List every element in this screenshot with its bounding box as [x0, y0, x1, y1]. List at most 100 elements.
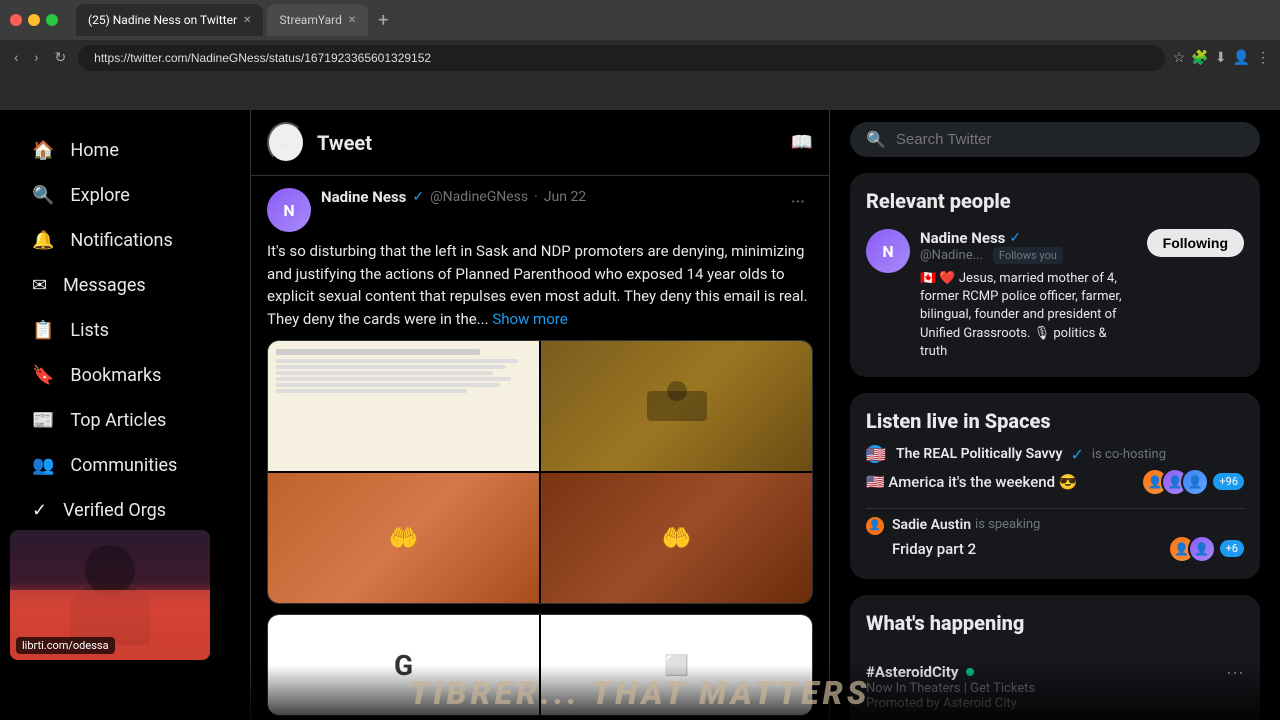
- space2-avatars: 👤 👤 +6: [1168, 535, 1244, 563]
- sidebar-item-explore[interactable]: 🔍 Explore: [16, 175, 234, 216]
- avatar: N: [267, 188, 311, 232]
- space1-verified-icon: ✓: [1071, 445, 1084, 464]
- menu-icon[interactable]: ⋮: [1256, 50, 1270, 66]
- author-name: Nadine Ness: [321, 188, 406, 206]
- bookmark-icon[interactable]: 📖: [791, 132, 813, 153]
- tweet-image-1: [268, 341, 539, 471]
- tab-twitter-close[interactable]: ✕: [243, 15, 251, 26]
- browser-chrome: (25) Nadine Ness on Twitter ✕ StreamYard…: [0, 0, 1280, 110]
- forward-button[interactable]: ›: [30, 46, 42, 70]
- author-handle: @NadineGNess: [430, 189, 528, 205]
- extensions-icon[interactable]: 🧩: [1191, 50, 1208, 66]
- bookmark-star-icon[interactable]: ☆: [1173, 50, 1186, 66]
- follows-you-badge: Follows you: [993, 247, 1063, 264]
- tab-twitter[interactable]: (25) Nadine Ness on Twitter ✕: [76, 4, 263, 36]
- home-icon: 🏠: [32, 140, 54, 161]
- space-item-2: 👤 Sadie Austin is speaking Friday part 2…: [866, 508, 1244, 563]
- sidebar-item-notifications[interactable]: 🔔 Notifications: [16, 220, 234, 261]
- back-button[interactable]: ‹: [10, 46, 22, 70]
- tab-streamyard[interactable]: StreamYard ✕: [267, 4, 368, 36]
- left-sidebar: 🏠 Home 🔍 Explore 🔔 Notifications ✉ Messa…: [0, 110, 250, 720]
- sidebar-home-label: Home: [70, 140, 118, 161]
- close-window-button[interactable]: [10, 14, 22, 26]
- browser-title-bar: (25) Nadine Ness on Twitter ✕ StreamYard…: [0, 0, 1280, 40]
- sidebar-bookmarks-label: Bookmarks: [70, 365, 161, 386]
- page-title: Tweet: [317, 131, 779, 155]
- space2-content-row: Friday part 2 👤 👤 +6: [892, 535, 1244, 563]
- sidebar-item-bookmarks[interactable]: 🔖 Bookmarks: [16, 355, 234, 396]
- video-channel-label: librti.com/odessa: [16, 637, 115, 654]
- tweet-date: ·: [534, 189, 538, 205]
- sidebar-item-lists[interactable]: 📋 Lists: [16, 310, 234, 351]
- minimize-window-button[interactable]: [28, 14, 40, 26]
- maximize-window-button[interactable]: [46, 14, 58, 26]
- space1-avatar-3: 👤: [1181, 468, 1209, 496]
- space2-host-avatar: 👤: [866, 517, 884, 535]
- messages-icon: ✉: [32, 275, 47, 296]
- space1-host-row: 🇺🇸 The REAL Politically Savvy ✓ is co-ho…: [866, 445, 1244, 464]
- tweet-author-info: Nadine Ness ✓ @NadineGNess · Jun 22: [321, 188, 773, 206]
- show-more-link[interactable]: Show more: [492, 310, 567, 328]
- space2-title: Friday part 2: [892, 540, 1168, 558]
- search-input[interactable]: [896, 131, 1244, 148]
- notifications-icon: 🔔: [32, 230, 54, 251]
- sidebar-item-verified-orgs[interactable]: ✓ Verified Orgs: [16, 490, 234, 531]
- sidebar-item-top-articles[interactable]: 📰 Top Articles: [16, 400, 234, 441]
- space1-content-row: 🇺🇸 America it's the weekend 😎 👤 👤 👤 +96: [866, 468, 1244, 496]
- whats-happening-title: What's happening: [866, 611, 1024, 635]
- bookmarks-icon: 🔖: [32, 365, 54, 386]
- author-name-row: Nadine Ness ✓ @NadineGNess · Jun 22: [321, 188, 773, 206]
- person-bio: 🇨🇦 ❤️ Jesus, married mother of 4, former…: [920, 270, 1137, 361]
- tab-twitter-label: (25) Nadine Ness on Twitter: [88, 13, 237, 27]
- following-button[interactable]: Following: [1147, 229, 1244, 257]
- new-tab-button[interactable]: +: [372, 10, 394, 31]
- person-avatar: N: [866, 229, 910, 273]
- person-verified-icon: ✓: [1009, 230, 1021, 246]
- sidebar-verified-orgs-label: Verified Orgs: [63, 500, 166, 521]
- space2-count: +6: [1220, 540, 1244, 557]
- tab-streamyard-close[interactable]: ✕: [348, 15, 356, 26]
- verified-icon: ✓: [412, 189, 424, 205]
- tweet-more-button[interactable]: ···: [783, 188, 813, 217]
- relevant-people-section: Relevant people N Nadine Ness ✓ @Nadine.…: [850, 173, 1260, 377]
- space-item-1: 🇺🇸 The REAL Politically Savvy ✓ is co-ho…: [866, 445, 1244, 496]
- person-handle: @Nadine...: [920, 248, 983, 263]
- tweet-author-row: N Nadine Ness ✓ @NadineGNess · Jun 22 ··…: [267, 188, 813, 232]
- search-bar[interactable]: 🔍: [850, 122, 1260, 157]
- profile-icon[interactable]: 👤: [1233, 50, 1250, 66]
- tweet-image-grid[interactable]: 🤲 🤲: [267, 340, 813, 604]
- url-input[interactable]: [78, 45, 1165, 71]
- top-articles-icon: 📰: [32, 410, 54, 431]
- space1-co-hosting-text: is co-hosting: [1092, 447, 1166, 462]
- refresh-button[interactable]: ↻: [50, 46, 70, 70]
- relevant-person: N Nadine Ness ✓ @Nadine... Follows you 🇨…: [866, 229, 1244, 361]
- sidebar-item-home[interactable]: 🏠 Home: [16, 130, 234, 171]
- main-content: 🏠 Home 🔍 Explore 🔔 Notifications ✉ Messa…: [0, 110, 1280, 720]
- right-sidebar: 🔍 Relevant people N Nadine Ness ✓ @Nadin…: [830, 110, 1280, 720]
- download-icon[interactable]: ⬇: [1215, 50, 1227, 66]
- tweet-image-3: 🤲: [268, 473, 539, 603]
- verified-orgs-icon: ✓: [32, 500, 47, 521]
- space2-avatar-2: 👤: [1188, 535, 1216, 563]
- space2-info: Sadie Austin is speaking Friday part 2 👤…: [892, 517, 1244, 563]
- sidebar-item-communities[interactable]: 👥 Communities: [16, 445, 234, 486]
- address-bar: ‹ › ↻ ☆ 🧩 ⬇ 👤 ⋮: [0, 40, 1280, 76]
- sidebar-item-messages[interactable]: ✉ Messages: [16, 265, 234, 306]
- tweet-column: ← Tweet 📖 N Nadine Ness ✓ @NadineGNess ·…: [250, 110, 830, 720]
- browser-tabs: (25) Nadine Ness on Twitter ✕ StreamYard…: [76, 4, 1270, 36]
- sidebar-notifications-label: Notifications: [70, 230, 172, 251]
- spaces-title: Listen live in Spaces: [866, 409, 1244, 433]
- sidebar-explore-label: Explore: [70, 185, 129, 206]
- browser-toolbar: ☆ 🧩 ⬇ 👤 ⋮: [1173, 50, 1270, 66]
- space1-avatars: 👤 👤 👤 +96: [1141, 468, 1244, 496]
- sidebar-messages-label: Messages: [63, 275, 146, 296]
- back-button[interactable]: ←: [267, 122, 305, 163]
- relevant-people-title: Relevant people: [866, 189, 1244, 213]
- spaces-section: Listen live in Spaces 🇺🇸 The REAL Politi…: [850, 393, 1260, 579]
- streamyard-banner: tiBrEr... That Matters: [0, 665, 1280, 720]
- tab-streamyard-label: StreamYard: [279, 13, 341, 27]
- person-name-row: Nadine Ness ✓: [920, 229, 1137, 247]
- space2-is-speaking: is speaking: [975, 517, 1040, 532]
- communities-icon: 👥: [32, 455, 54, 476]
- lists-icon: 📋: [32, 320, 54, 341]
